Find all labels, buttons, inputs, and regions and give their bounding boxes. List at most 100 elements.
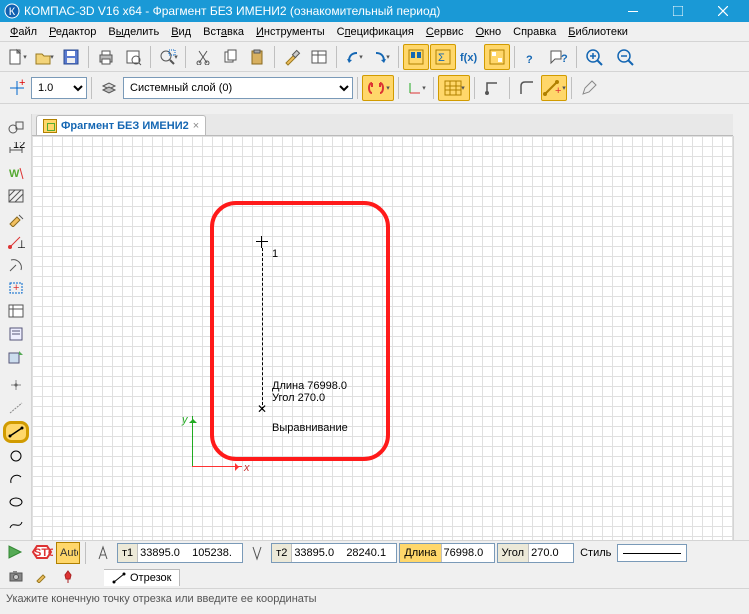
dim-tool[interactable]: 12 (3, 139, 29, 161)
zoomout-button[interactable] (612, 44, 642, 70)
param-button[interactable]: +▾ (541, 75, 567, 101)
point-tool[interactable] (3, 374, 29, 396)
length-readout: Длина 76998.0 (272, 380, 347, 392)
geometry-tool[interactable] (3, 116, 29, 138)
t2-label: т2 (272, 544, 292, 562)
brush2-button[interactable] (30, 565, 54, 587)
menu-help[interactable]: Справка (507, 24, 562, 40)
angle-input[interactable] (529, 544, 573, 562)
segment-tool[interactable] (3, 421, 29, 443)
layer-combo[interactable]: Системный слой (0) (123, 77, 353, 99)
length-field: Длина (399, 543, 494, 563)
t1-x-input[interactable] (138, 544, 190, 562)
brush-button[interactable] (279, 44, 305, 70)
menu-window[interactable]: Окно (470, 24, 508, 40)
undo-button[interactable]: ▾ (341, 44, 367, 70)
menu-insert[interactable]: Вставка (197, 24, 250, 40)
tab-close-icon[interactable]: × (193, 120, 199, 132)
round-button[interactable] (514, 75, 540, 101)
copy-button[interactable] (217, 44, 243, 70)
menu-view[interactable]: Вид (165, 24, 197, 40)
circle-tool[interactable] (3, 445, 29, 467)
menu-select[interactable]: Выделить (102, 24, 165, 40)
menu-spec[interactable]: Спецификация (331, 24, 420, 40)
svg-text:Σ: Σ (438, 52, 445, 64)
insert-tool[interactable] (3, 346, 29, 368)
mode-tab[interactable]: Отрезок (104, 569, 180, 586)
zoomin-button[interactable] (581, 44, 611, 70)
vertical-scrollbar[interactable] (733, 136, 749, 540)
style-combo[interactable] (617, 544, 687, 562)
menu-service[interactable]: Сервис (420, 24, 470, 40)
autoapply-button[interactable]: Auto (56, 542, 80, 564)
menu-file[interactable]: Файл (4, 24, 43, 40)
menu-edit[interactable]: Редактор (43, 24, 102, 40)
t2-y-input[interactable] (344, 544, 396, 562)
t1-y-input[interactable] (190, 544, 242, 562)
ortho-button[interactable] (479, 75, 505, 101)
document-tab[interactable]: Фрагмент БЕЗ ИМЕНИ2 × (36, 115, 206, 135)
auxline-tool[interactable] (3, 397, 29, 419)
report-tool[interactable] (3, 323, 29, 345)
drawing-canvas[interactable]: x y 1 ✕ Длина 76998.0 Угол 270.0 Выравни… (32, 136, 733, 540)
spec-tool[interactable] (3, 300, 29, 322)
apply-button[interactable] (4, 542, 28, 564)
camera-button[interactable] (4, 565, 28, 587)
length-label: Длина (400, 544, 441, 562)
hatch-tool[interactable] (3, 185, 29, 207)
close-button[interactable] (700, 0, 745, 22)
menu-libraries[interactable]: Библиотеки (562, 24, 634, 40)
vars-button[interactable]: Σ (430, 44, 456, 70)
minimize-button[interactable] (610, 0, 655, 22)
pin-button[interactable] (56, 565, 80, 587)
lock-t2-button[interactable] (245, 542, 269, 564)
cursor-x-mark: ✕ (257, 402, 267, 416)
constraint-tool[interactable]: ⊥ (3, 231, 29, 253)
new-button[interactable]: ▾ (4, 44, 30, 70)
select-tool[interactable]: + (3, 277, 29, 299)
struct-button[interactable] (484, 44, 510, 70)
maximize-button[interactable] (655, 0, 700, 22)
paste-button[interactable] (244, 44, 270, 70)
status-text: Укажите конечную точку отрезка или введи… (6, 593, 317, 605)
preview-button[interactable] (120, 44, 146, 70)
lock-t1-button[interactable] (91, 542, 115, 564)
stop-button[interactable]: STOP (30, 542, 54, 564)
zoom-combo[interactable]: 1.0 (31, 77, 87, 99)
svg-text:Auto: Auto (60, 547, 78, 559)
status-bar: Укажите конечную точку отрезка или введи… (0, 588, 749, 614)
props-button[interactable] (306, 44, 332, 70)
text-tool[interactable]: W (3, 162, 29, 184)
edit-button[interactable] (576, 75, 602, 101)
measure-tool[interactable] (3, 254, 29, 276)
angle-readout: Угол 270.0 (272, 392, 325, 404)
menu-tools[interactable]: Инструменты (250, 24, 331, 40)
open-button[interactable]: ▾ (31, 44, 57, 70)
redo-button[interactable]: ▾ (368, 44, 394, 70)
snap-button[interactable]: ▾ (362, 75, 394, 101)
cut-button[interactable] (190, 44, 216, 70)
ellipse-tool[interactable] (3, 491, 29, 513)
angle-label: Угол (498, 544, 530, 562)
svg-text:STOP: STOP (34, 547, 53, 559)
save-button[interactable] (58, 44, 84, 70)
print-button[interactable] (93, 44, 119, 70)
zoomwin-button[interactable]: ▾ (155, 44, 181, 70)
edit-tool[interactable] (3, 208, 29, 230)
help-button[interactable]: ? (519, 44, 545, 70)
main-toolbar: ▾ ▾ ▾ ▾ ▾ Σ f(x) ? ? (0, 42, 749, 72)
grid-button[interactable]: ▾ (438, 75, 470, 101)
spline-tool[interactable] (3, 514, 29, 536)
library-mgr-button[interactable] (403, 44, 429, 70)
arc-tool[interactable] (3, 468, 29, 490)
localcs-button[interactable]: ▾ (403, 75, 429, 101)
window-title: КОМПАС-3D V16 x64 - Фрагмент БЕЗ ИМЕНИ2 … (24, 4, 610, 18)
t1-field: т1 (117, 543, 243, 563)
t2-x-input[interactable] (292, 544, 344, 562)
fx-button[interactable]: f(x) (457, 44, 483, 70)
length-input[interactable] (442, 544, 494, 562)
whatsthis-button[interactable]: ? (546, 44, 572, 70)
svg-text:?: ? (526, 54, 533, 65)
layers-button[interactable] (96, 75, 122, 101)
cursor-grid-button[interactable]: + (4, 75, 30, 101)
